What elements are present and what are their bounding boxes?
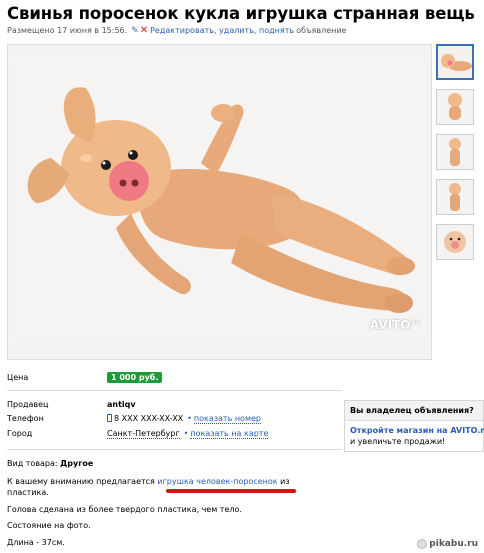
phone-label: Телефон	[7, 414, 44, 423]
main-photo-frame: AVITO.ru	[7, 44, 432, 360]
price-label: Цена	[7, 373, 29, 382]
city-row: Город Санкт-Петербург • показать на карте	[7, 429, 269, 439]
avito-watermark: AVITO.ru	[369, 318, 420, 332]
edit-link[interactable]: Редактировать	[150, 26, 214, 35]
description-line-3: Состояние на фото.	[7, 521, 91, 530]
show-phone-link[interactable]: показать номер	[193, 414, 261, 424]
site-watermark: pikabu.ru	[417, 539, 478, 549]
delete-icon: ✕	[139, 25, 149, 36]
thumbnail-2[interactable]	[436, 89, 474, 125]
listing-meta: Размещено 17 июня в 15:56. ✎ ✕ Редактиро…	[7, 25, 347, 36]
phone-row: Телефон 8 XXX XXX-XX-XX • показать номер	[7, 414, 261, 424]
pencil-icon: ✎	[131, 25, 139, 36]
delete-link[interactable]: удалить	[219, 26, 254, 35]
site-logo-icon	[417, 539, 428, 549]
raise-link[interactable]: поднять	[259, 26, 294, 35]
phone-number: 8 XXX XXX-XX-XX	[114, 414, 184, 423]
show-map-link[interactable]: показать на карте	[190, 429, 269, 439]
thumbnail-1[interactable]	[436, 44, 474, 80]
city-value: Санкт-Петербург	[107, 429, 180, 439]
description-line-4: Длина - 37см.	[7, 538, 65, 547]
thumbnail-5[interactable]	[436, 224, 474, 260]
city-label: Город	[7, 429, 33, 438]
description-line-2: Голова сделана из более твердого пластик…	[7, 505, 242, 514]
pig-doll-photo	[11, 63, 428, 338]
red-annotation-underline	[166, 489, 296, 493]
divider	[7, 449, 342, 450]
meta-suffix: объявление	[296, 26, 347, 35]
price-badge: 1 000 руб.	[107, 372, 163, 383]
item-type-value: Другое	[60, 459, 94, 468]
description-line-1b: пластика.	[7, 488, 49, 497]
thumbnail-strip	[436, 44, 480, 269]
thumbnail-3[interactable]	[436, 134, 474, 170]
posted-date: Размещено 17 июня в 15:56.	[7, 26, 128, 35]
owner-heading: Вы владелец объявления?	[345, 401, 483, 421]
main-photo[interactable]: AVITO.ru	[11, 63, 428, 338]
seller-name[interactable]: antiqv	[107, 400, 136, 409]
owner-line2: и увеличьте продажи!	[350, 437, 446, 446]
item-type-label: Вид товара:	[7, 459, 58, 468]
price-row: Цена 1 000 руб.	[7, 372, 163, 383]
thumbnail-4[interactable]	[436, 179, 474, 215]
item-type: Вид товара: Другое	[7, 459, 93, 468]
seller-label: Продавец	[7, 400, 49, 409]
open-shop-link[interactable]: Откройте магазин на AVITO.ru	[350, 426, 484, 435]
divider	[7, 390, 342, 391]
highlighted-phrase: игрушка человек-поросенок	[157, 477, 278, 486]
listing-title: Свинья поросенок кукла игрушка странная …	[7, 4, 475, 23]
phone-icon	[107, 414, 112, 422]
description-line-1: К вашему вниманию предлагается игрушка ч…	[7, 477, 290, 486]
seller-row: Продавец antiqv	[7, 400, 136, 409]
owner-promo-box: Вы владелец объявления? Откройте магазин…	[344, 400, 484, 452]
